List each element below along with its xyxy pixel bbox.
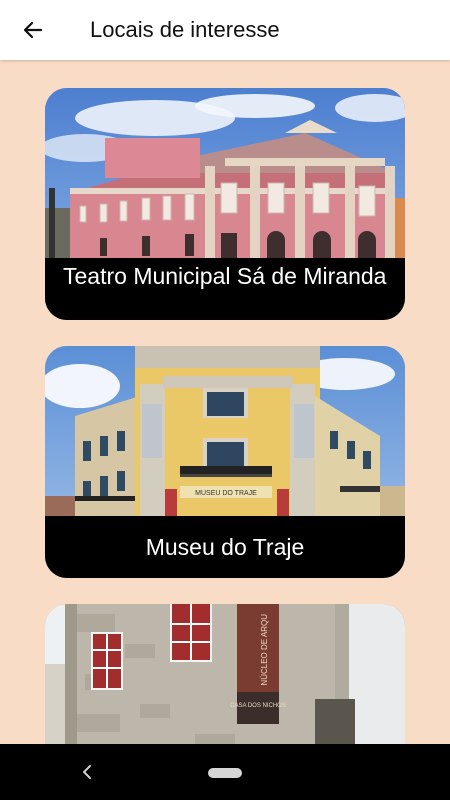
place-card-teatro[interactable]: Teatro Municipal Sá de Miranda (45, 88, 405, 320)
place-name: Teatro Municipal Sá de Miranda (45, 258, 405, 320)
app-bar: Locais de interesse (0, 0, 450, 60)
chevron-left-icon (83, 765, 91, 779)
banner-text: NÚCLEO DE ARQU (260, 614, 269, 686)
museu-sign: MUSEU DO TRAJE (195, 490, 257, 497)
back-button[interactable] (14, 12, 52, 48)
places-list[interactable]: Teatro Municipal Sá de Miranda MUSEU DO … (0, 60, 450, 744)
casa-nichos-photo: NÚCLEO DE ARQU CASA DOS NICHOS (45, 604, 405, 744)
arrow-left-icon (23, 21, 43, 39)
place-card-casa-nichos[interactable]: NÚCLEO DE ARQU CASA DOS NICHOS (45, 604, 405, 744)
place-card-museu-traje[interactable]: MUSEU DO TRAJE Museu do Traje (45, 346, 405, 578)
banner-lower-text: CASA DOS NICHOS (230, 703, 286, 709)
system-back-button[interactable] (76, 760, 98, 784)
page-title: Locais de interesse (90, 17, 280, 42)
home-pill-icon[interactable] (208, 768, 242, 778)
place-name: Museu do Traje (45, 516, 405, 578)
system-nav-bar (0, 744, 450, 800)
